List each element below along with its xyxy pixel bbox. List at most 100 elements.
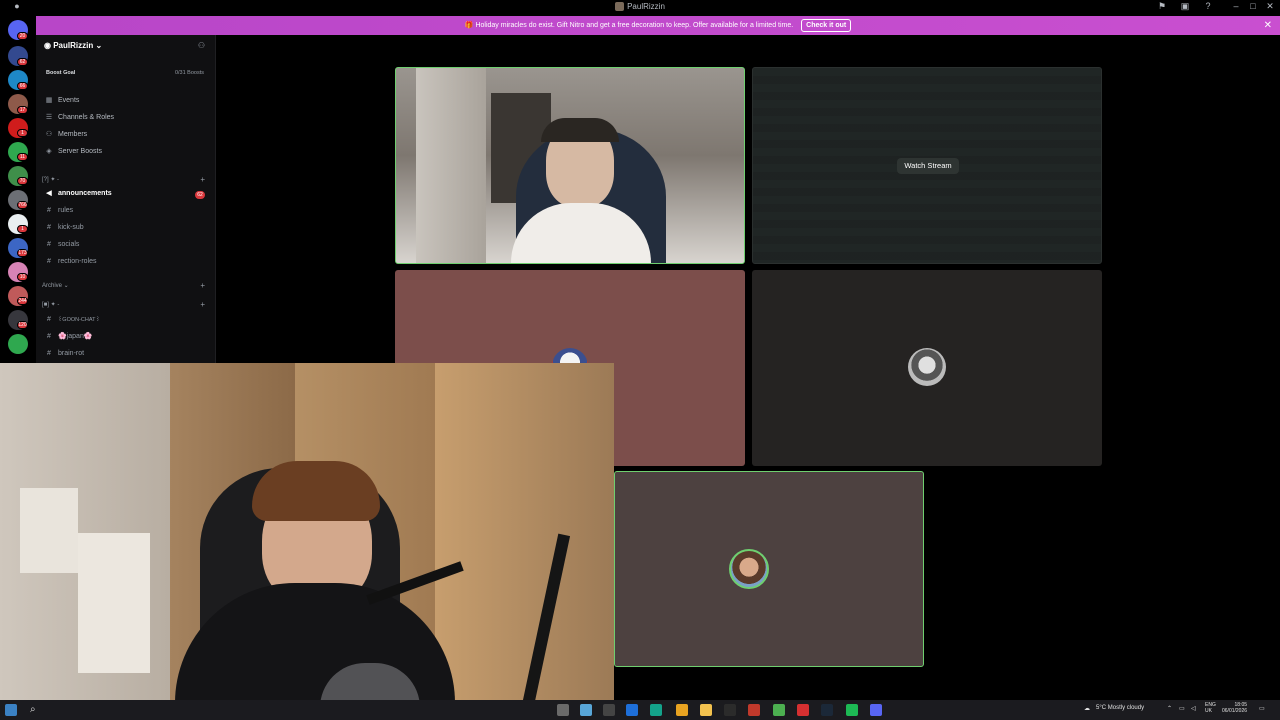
boost-progress: 0/31 Boosts: [174, 70, 204, 76]
banner-close-icon[interactable]: ✕: [1264, 16, 1272, 35]
taskbar-app-icon[interactable]: [748, 704, 760, 716]
window-title: PaulRizzin: [0, 2, 1280, 12]
hash-icon: #: [47, 333, 51, 340]
weather-icon[interactable]: ☁: [1084, 705, 1090, 712]
participant-tile-speaking[interactable]: [614, 471, 924, 667]
channel-japan[interactable]: # 🌸japan🌸: [44, 331, 93, 343]
megaphone-icon: ◀: [46, 190, 52, 197]
windows-start-icon[interactable]: [5, 704, 17, 716]
menu-events[interactable]: ▦ Events: [44, 95, 80, 107]
spotify-icon[interactable]: [846, 704, 858, 716]
taskbar-app-icon[interactable]: [773, 704, 785, 716]
rail-badge: 20: [17, 32, 28, 40]
gift-icon: 🎁: [464, 22, 474, 29]
stream-tile[interactable]: Watch Stream: [752, 67, 1102, 264]
server-icon[interactable]: [8, 334, 28, 354]
channel-kick-sub[interactable]: # kick-sub: [44, 222, 84, 234]
channel-rection-roles[interactable]: # rection-roles: [44, 256, 96, 268]
clock[interactable]: 18:05 06/01/2026: [1222, 702, 1247, 714]
rail-badge: 766: [17, 201, 28, 209]
rail-badge: 66: [17, 82, 28, 90]
add-channel-icon[interactable]: +: [200, 175, 205, 184]
video-background-door: [416, 68, 486, 263]
taskbar-app-icon[interactable]: [650, 704, 662, 716]
participant-hair: [541, 118, 619, 142]
streamer-hair: [252, 461, 380, 521]
hash-icon: #: [47, 241, 51, 248]
banner-text: Holiday miracles do exist. Gift Nitro an…: [475, 22, 794, 29]
taskbar-app-icon[interactable]: [797, 704, 809, 716]
rail-badge: 10: [17, 273, 28, 281]
channel-sidebar: ◉ PaulRizzin ⌄ ⚇ Boost Goal 0/31 Boosts …: [36, 35, 216, 365]
language-indicator[interactable]: ENG UK: [1205, 702, 1216, 714]
rail-badge: 62: [17, 58, 28, 66]
invite-people-icon[interactable]: ⚇: [198, 41, 205, 50]
steam-icon[interactable]: [821, 704, 833, 716]
flag-icon[interactable]: ⚑: [1155, 1, 1169, 12]
server-name: PaulRizzin: [53, 41, 94, 50]
maximize-button[interactable]: □: [1246, 1, 1260, 11]
taskbar-app-icon[interactable]: [626, 704, 638, 716]
chrome-icon[interactable]: [676, 704, 688, 716]
check-it-out-button[interactable]: Check it out: [801, 19, 852, 32]
discord-logo-icon[interactable]: ●: [10, 1, 24, 11]
menu-channels-roles[interactable]: ☰ Channels & Roles: [44, 112, 114, 124]
boost-goal-label: Boost Goal: [46, 70, 76, 76]
boost-icon: ◈: [46, 148, 52, 155]
hash-icon: #: [47, 207, 51, 214]
rail-badge: 11: [17, 153, 28, 161]
menu-members[interactable]: ⚇ Members: [44, 129, 87, 141]
add-channel-icon[interactable]: +: [200, 281, 205, 290]
close-window-button[interactable]: ✕: [1263, 1, 1277, 12]
server-avatar-icon: [615, 2, 625, 12]
volume-icon[interactable]: ◁: [1191, 705, 1196, 712]
participant-avatar: [729, 549, 769, 589]
boost-goal-bar[interactable]: Boost Goal 0/31 Boosts: [40, 65, 210, 81]
taskbar-app-icon[interactable]: [603, 704, 615, 716]
participant-avatar: [908, 348, 946, 386]
discord-taskbar-icon[interactable]: [870, 704, 882, 716]
menu-server-boosts[interactable]: ◈ Server Boosts: [44, 146, 102, 158]
rail-badge: 1: [17, 225, 28, 233]
watch-stream-button[interactable]: Watch Stream: [897, 158, 959, 174]
rail-badge: 173: [17, 249, 28, 257]
file-explorer-icon[interactable]: [700, 704, 712, 716]
chevron-up-icon[interactable]: ⌃: [1167, 705, 1172, 712]
rail-badge: 70: [17, 177, 28, 185]
nitro-promo-banner: 🎁 Holiday miracles do exist. Gift Nitro …: [36, 16, 1280, 35]
network-icon[interactable]: ▭: [1179, 705, 1185, 712]
weather-text[interactable]: 5°C Mostly cloudy: [1096, 705, 1144, 711]
rail-badge: 244: [17, 297, 28, 305]
rail-badge: 17: [17, 106, 28, 114]
rail-badge: 1: [17, 129, 28, 137]
server-header[interactable]: ◉ PaulRizzin ⌄: [44, 41, 102, 50]
channel-brain-rot[interactable]: # brain-rot: [44, 348, 84, 360]
channel-rules[interactable]: # rules: [44, 205, 73, 217]
search-icon[interactable]: ⌕: [30, 704, 42, 716]
add-channel-icon[interactable]: +: [200, 300, 205, 309]
list-icon: ☰: [45, 114, 53, 121]
participant-tile[interactable]: [752, 270, 1102, 466]
taskbar-app-icon[interactable]: [557, 704, 569, 716]
minimize-button[interactable]: –: [1229, 1, 1243, 11]
calendar-icon: ▦: [45, 97, 53, 104]
taskbar-app-icon[interactable]: [580, 704, 592, 716]
help-icon[interactable]: ?: [1201, 1, 1215, 11]
category-header[interactable]: [■] ✦ -: [42, 301, 59, 308]
wardrobe-door: [435, 363, 614, 708]
unread-badge: 62: [195, 191, 205, 199]
hash-icon: #: [47, 350, 51, 357]
server-verified-icon: ◉: [44, 41, 51, 50]
channel-goon-chat[interactable]: # ꒰GOON-CHAT꒱: [44, 314, 100, 326]
category-archive[interactable]: Archive ⌄: [42, 282, 69, 289]
taskbar-app-icon[interactable]: [724, 704, 736, 716]
rail-badge: 120: [17, 321, 28, 329]
hash-icon: #: [47, 316, 51, 323]
channel-announcements[interactable]: ◀ announcements: [44, 188, 111, 200]
notifications-icon[interactable]: ▭: [1259, 705, 1265, 712]
inbox-icon[interactable]: ▣: [1178, 1, 1192, 12]
channel-socials[interactable]: # socials: [44, 239, 79, 251]
video-tile-speaking[interactable]: [395, 67, 745, 264]
hash-icon: #: [47, 258, 51, 265]
category-header[interactable]: [?] ✦ -: [42, 176, 59, 183]
